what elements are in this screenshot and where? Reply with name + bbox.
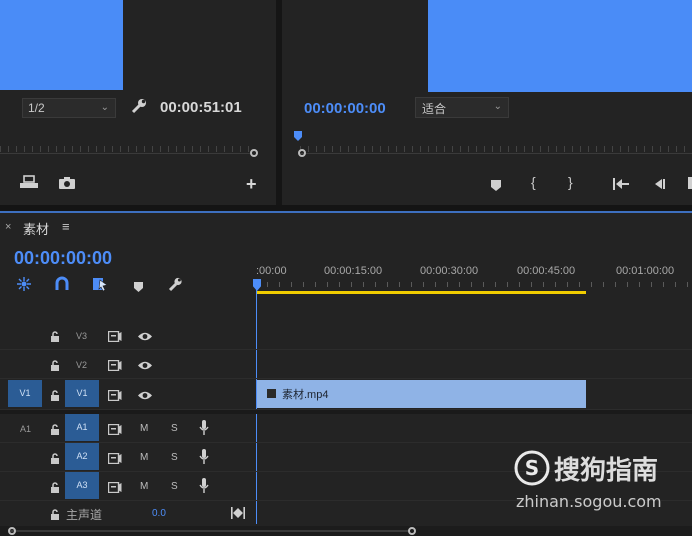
fx-badge-icon	[267, 389, 276, 398]
add-marker-icon[interactable]	[134, 279, 143, 292]
fit-value: 适合	[422, 102, 447, 116]
play-stop-icon[interactable]	[688, 177, 692, 189]
ruler-label: 00:01:00:00	[616, 265, 675, 277]
source-zoom-handle[interactable]	[250, 149, 258, 157]
lock-icon[interactable]	[50, 388, 60, 401]
svg-text:S: S	[525, 456, 539, 480]
resolution-dropdown[interactable]: 1/2 ⌄	[22, 98, 116, 118]
snap-magnet-icon[interactable]	[54, 276, 70, 292]
lock-icon[interactable]	[50, 480, 60, 493]
eye-icon[interactable]	[137, 329, 153, 341]
sogou-logo-icon: S	[514, 450, 550, 486]
wrench-icon[interactable]	[130, 97, 148, 115]
program-scrub-ticks	[300, 146, 692, 152]
solo-button[interactable]: S	[171, 423, 178, 434]
mark-in-icon[interactable]: {	[531, 174, 536, 190]
track-label-v3[interactable]: V3	[76, 331, 87, 341]
sequence-tab-name[interactable]: 素材	[23, 219, 49, 238]
scrollbar-track	[10, 530, 410, 532]
source-preview	[0, 0, 123, 90]
clip-name: 素材.mp4	[282, 389, 329, 401]
resolution-value: 1/2	[28, 101, 45, 115]
export-frame-icon[interactable]	[19, 175, 39, 189]
source-scrub-bar[interactable]	[0, 153, 252, 154]
camera-icon[interactable]	[58, 176, 76, 190]
ruler-ticks	[255, 282, 692, 287]
scrollbar-left-handle[interactable]	[8, 527, 16, 535]
sync-lock-icon[interactable]	[107, 480, 122, 494]
watermark-brand: 搜狗指南	[554, 455, 659, 485]
timeline-timecode[interactable]: 00:00:00:00	[14, 248, 112, 269]
track-row-v1: V1 V1 素材.mp4	[0, 379, 692, 410]
fit-dropdown[interactable]: 适合 ⌄	[415, 97, 509, 118]
ruler-label: 00:00:45:00	[517, 265, 576, 277]
microphone-icon[interactable]	[199, 420, 209, 436]
lock-icon[interactable]	[50, 507, 60, 520]
lock-icon[interactable]	[50, 329, 60, 342]
source-scrub-ticks	[0, 146, 252, 152]
go-to-in-icon[interactable]	[612, 177, 630, 190]
track-row-a1: A1 A1 M S	[0, 414, 692, 443]
source-patch-v1[interactable]: V1	[8, 380, 42, 407]
track-target-v1[interactable]: V1	[65, 380, 99, 407]
watermark: S 搜狗指南 zhinan.sogou.com	[514, 448, 684, 518]
chevron-down-icon: ⌄	[493, 101, 502, 112]
mark-out-icon[interactable]: }	[568, 174, 573, 190]
lock-icon[interactable]	[50, 422, 60, 435]
add-marker-icon[interactable]	[491, 178, 501, 191]
source-timecode[interactable]: 00:00:51:01	[160, 99, 242, 116]
work-area-bar[interactable]	[257, 291, 586, 294]
video-clip[interactable]: 素材.mp4	[257, 380, 586, 408]
linked-selection-icon[interactable]	[92, 276, 108, 292]
solo-button[interactable]: S	[171, 481, 178, 492]
time-ruler[interactable]: :00:00 00:00:15:00 00:00:30:00 00:00:45:…	[255, 253, 692, 295]
eye-icon[interactable]	[137, 388, 153, 400]
solo-button[interactable]: S	[171, 452, 178, 463]
mute-button[interactable]: M	[140, 481, 148, 492]
jump-to-end-icon[interactable]	[231, 506, 245, 519]
sync-lock-icon[interactable]	[107, 388, 122, 402]
track-target-a2[interactable]: A2	[65, 443, 99, 470]
mute-button[interactable]: M	[140, 452, 148, 463]
ruler-label: :00:00	[256, 265, 287, 277]
track-target-a3[interactable]: A3	[65, 472, 99, 499]
timeline-settings-wrench-icon[interactable]	[167, 276, 183, 292]
step-back-icon[interactable]	[652, 177, 668, 189]
track-row-v2: V2	[0, 350, 692, 379]
sync-lock-icon[interactable]	[107, 451, 122, 465]
track-row-v3: V3	[0, 321, 692, 350]
lock-icon[interactable]	[50, 451, 60, 464]
program-scrub-bar[interactable]	[300, 153, 692, 154]
source-monitor: 1/2 ⌄ 00:00:51:01 +	[0, 0, 276, 205]
master-track-label: 主声道	[66, 508, 103, 522]
program-preview	[428, 0, 692, 92]
ruler-label: 00:00:15:00	[324, 265, 383, 277]
panel-menu-icon[interactable]: ≡	[62, 219, 70, 234]
microphone-icon[interactable]	[199, 478, 209, 494]
program-playhead-marker[interactable]	[294, 131, 302, 141]
chevron-down-icon: ⌄	[100, 102, 109, 113]
timeline-horizontal-scrollbar[interactable]	[0, 526, 692, 536]
track-label-v2[interactable]: V2	[76, 360, 87, 370]
eye-icon[interactable]	[137, 358, 153, 370]
scrollbar-right-handle[interactable]	[408, 527, 416, 535]
program-timecode[interactable]: 00:00:00:00	[304, 100, 386, 117]
ruler-label: 00:00:30:00	[420, 265, 479, 277]
sync-lock-icon[interactable]	[107, 329, 122, 343]
lock-icon[interactable]	[50, 358, 60, 371]
nest-icon[interactable]	[16, 276, 32, 292]
microphone-icon[interactable]	[199, 449, 209, 465]
watermark-url: zhinan.sogou.com	[516, 492, 662, 511]
sync-lock-icon[interactable]	[107, 422, 122, 436]
mute-button[interactable]: M	[140, 423, 148, 434]
sync-lock-icon[interactable]	[107, 358, 122, 372]
plus-icon[interactable]: +	[246, 174, 257, 195]
master-volume-value[interactable]: 0.0	[152, 508, 166, 519]
program-zoom-handle[interactable]	[298, 149, 306, 157]
close-tab-icon[interactable]: ×	[5, 221, 11, 233]
track-target-a1[interactable]: A1	[65, 414, 99, 441]
program-monitor: 00:00:00:00 适合 ⌄ { }	[282, 0, 692, 205]
source-patch-a1[interactable]: A1	[20, 424, 31, 434]
